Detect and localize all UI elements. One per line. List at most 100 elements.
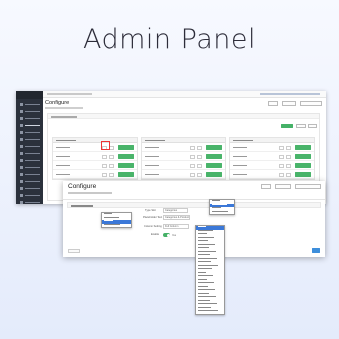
option-text	[198, 254, 210, 255]
table-row	[230, 152, 315, 161]
sidebar-item-icon	[20, 159, 23, 162]
form-top: Configure	[63, 181, 325, 200]
row-select[interactable]	[279, 163, 285, 168]
row-select[interactable]	[279, 172, 285, 177]
form-button-3[interactable]	[295, 184, 321, 189]
field-1-label: Type Slot	[145, 209, 156, 212]
row-configure-button[interactable]	[117, 145, 134, 150]
row-configure-button[interactable]	[295, 154, 312, 159]
row-configure-button[interactable]	[206, 172, 223, 177]
sidebar-item[interactable]	[20, 110, 40, 113]
row-select[interactable]	[190, 163, 196, 168]
option-text	[198, 229, 213, 231]
option-text	[198, 264, 218, 266]
row-select-2[interactable]	[108, 172, 114, 177]
sidebar-item-icon	[20, 180, 23, 183]
row-select[interactable]	[101, 154, 107, 159]
field-2-input[interactable]: Categories & Products	[163, 215, 190, 220]
row-configure-button[interactable]	[206, 145, 223, 150]
option-text	[198, 275, 213, 276]
sidebar-item-icon	[20, 138, 23, 141]
toolbar-button-2[interactable]	[282, 101, 296, 106]
sidebar-item[interactable]	[20, 173, 40, 176]
row-select-2[interactable]	[197, 172, 203, 177]
save-button[interactable]	[312, 248, 320, 253]
row-configure-button[interactable]	[117, 172, 134, 177]
dropdown-option[interactable]	[210, 210, 234, 215]
sidebar-item[interactable]	[20, 159, 40, 162]
columns-grid	[52, 137, 316, 180]
form-button-1[interactable]	[261, 184, 271, 189]
row-select-2[interactable]	[286, 163, 292, 168]
sidebar-item-icon	[20, 173, 23, 176]
table-row	[230, 143, 315, 152]
sidebar-item[interactable]	[20, 138, 40, 141]
table-row	[141, 152, 226, 161]
toolbar-button-3[interactable]	[300, 101, 322, 106]
row-label	[233, 173, 248, 175]
sidebar-item[interactable]	[20, 152, 40, 155]
user-menu[interactable]	[260, 93, 320, 95]
row-configure-button[interactable]	[117, 154, 134, 159]
sidebar-item[interactable]	[20, 166, 40, 169]
row-select[interactable]	[101, 163, 107, 168]
table-row	[53, 161, 137, 170]
sidebar	[16, 91, 43, 204]
sidebar-item[interactable]	[20, 103, 40, 106]
enable-toggle[interactable]	[163, 233, 170, 237]
row-configure-button[interactable]	[295, 172, 312, 177]
field-3-dropdown[interactable]	[195, 225, 225, 315]
window-heading: Configure	[45, 100, 70, 106]
toolbar-button-1[interactable]	[268, 101, 278, 106]
field-top-dropdown[interactable]	[209, 199, 235, 215]
row-select[interactable]	[190, 145, 196, 150]
row-select[interactable]	[279, 145, 285, 150]
sidebar-item[interactable]	[20, 124, 40, 127]
sidebar-item[interactable]	[20, 187, 40, 190]
dropdown-option[interactable]	[102, 223, 131, 228]
field-1-input[interactable]: Categories	[163, 208, 188, 213]
row-configure-button[interactable]	[295, 145, 312, 150]
sidebar-item-icon	[20, 131, 23, 134]
row-select[interactable]	[279, 154, 285, 159]
sidebar-item-label	[25, 131, 40, 134]
breadcrumb	[47, 93, 92, 95]
sidebar-item[interactable]	[20, 131, 40, 134]
row-select-2[interactable]	[108, 163, 114, 168]
sidebar-item[interactable]	[20, 180, 40, 183]
row-select-2[interactable]	[286, 145, 292, 150]
row-select-2[interactable]	[197, 145, 203, 150]
field-1-dropdown[interactable]	[101, 212, 132, 228]
form-button-2[interactable]	[275, 184, 291, 189]
row-configure-button[interactable]	[206, 163, 223, 168]
option-text	[198, 247, 209, 248]
row-select[interactable]	[190, 154, 196, 159]
sidebar-item[interactable]	[20, 117, 40, 120]
row-select[interactable]	[101, 172, 107, 177]
row-select-2[interactable]	[286, 172, 292, 177]
back-button[interactable]	[68, 249, 80, 253]
sidebar-item[interactable]	[20, 201, 40, 204]
row-select-2[interactable]	[108, 154, 114, 159]
sidebar-item-label	[25, 145, 40, 148]
green-action-button[interactable]	[281, 124, 293, 128]
sidebar-item-icon	[20, 194, 23, 197]
row-select[interactable]	[190, 172, 196, 177]
sidebar-item[interactable]	[20, 194, 40, 197]
toggle-value: Yes	[172, 234, 176, 237]
sidebar-item-label	[25, 166, 40, 169]
row-select-2[interactable]	[286, 154, 292, 159]
option-text	[104, 220, 113, 221]
row-configure-button[interactable]	[295, 163, 312, 168]
row-configure-button[interactable]	[117, 163, 134, 168]
sidebar-item[interactable]	[20, 145, 40, 148]
row-configure-button[interactable]	[206, 154, 223, 159]
field-3-input[interactable]: Full Column	[163, 224, 189, 229]
dropdown-option[interactable]	[196, 313, 224, 314]
panel-button-2[interactable]	[296, 124, 306, 128]
panel-button-3[interactable]	[308, 124, 317, 128]
row-select-2[interactable]	[197, 163, 203, 168]
form-heading: Configure	[68, 183, 97, 190]
sidebar-item-label	[25, 159, 40, 162]
row-select-2[interactable]	[197, 154, 203, 159]
